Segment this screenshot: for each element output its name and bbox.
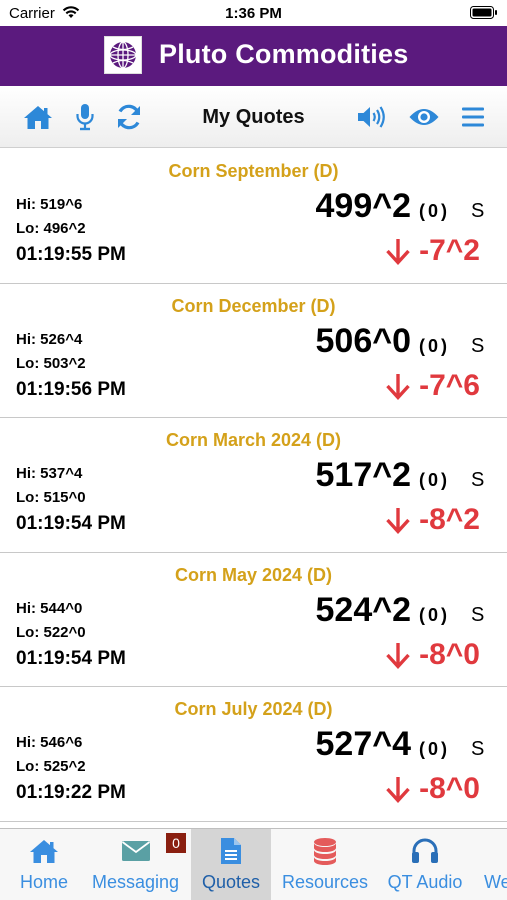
change-value: -8^0: [419, 772, 480, 805]
high-price: Hi: 544^0: [16, 599, 83, 617]
settlement-flag: S: [471, 334, 485, 357]
document-icon: [220, 837, 242, 865]
tab-label: We: [484, 872, 507, 892]
web-icon: [484, 837, 504, 865]
volume: (0): [419, 201, 450, 221]
status-bar: Carrier 1:36 PM: [0, 0, 507, 26]
down-arrow-icon: [386, 373, 410, 400]
tab-qt-audio[interactable]: QT Audio: [380, 829, 470, 900]
contract-name: Corn March 2024 (D): [165, 430, 342, 450]
high-price: Hi: 537^4: [16, 465, 83, 482]
tab-label: Resources: [281, 872, 369, 892]
home-icon: [29, 837, 59, 865]
last-price: 517^2: [315, 456, 412, 494]
tab-resources[interactable]: Resources: [278, 829, 372, 900]
tab-web[interactable]: We: [484, 829, 507, 900]
battery-icon: [470, 6, 498, 24]
app-title: Pluto Commodities: [159, 39, 409, 69]
quote-row[interactable]: Corn December (D) Hi: 526^4 Lo: 503^2 01…: [0, 284, 507, 418]
volume: (0): [419, 739, 450, 759]
microphone-icon[interactable]: [69, 102, 101, 132]
change-value: -7^2: [419, 234, 480, 267]
menu-icon[interactable]: [457, 102, 489, 132]
clock: 1:36 PM: [225, 5, 282, 22]
net-change: -7^6: [385, 369, 480, 403]
tab-label: Messaging: [91, 872, 180, 892]
down-arrow-icon: [386, 777, 410, 803]
app-header: Pluto Commodities: [0, 26, 507, 86]
net-change: -8^0: [385, 772, 480, 806]
contract-name: Corn December (D): [171, 295, 336, 316]
change-value: -7^6: [419, 368, 480, 402]
quote-time: 01:19:56 PM: [16, 378, 126, 400]
high-price: Hi: 519^6: [16, 196, 83, 213]
globe-logo-icon: [104, 36, 142, 74]
quotes-toolbar: My Quotes: [0, 86, 507, 148]
settlement-flag: S: [471, 738, 485, 760]
contract-name: Corn September (D): [168, 161, 339, 181]
volume: (0): [419, 604, 450, 625]
high-price: Hi: 526^4: [16, 330, 83, 348]
unread-badge: 0: [166, 833, 186, 853]
home-icon[interactable]: [22, 102, 54, 132]
database-icon: [312, 837, 338, 865]
refresh-icon[interactable]: [113, 102, 145, 132]
bottom-tab-bar: Home Messaging 0 Quotes Resources QT Aud…: [0, 828, 507, 900]
low-price: Lo: 525^2: [16, 758, 86, 775]
tab-messaging[interactable]: Messaging 0: [88, 829, 186, 900]
settlement-flag: S: [471, 200, 485, 222]
tab-home[interactable]: Home: [0, 829, 88, 900]
net-change: -7^2: [385, 234, 480, 268]
settlement-flag: S: [471, 603, 485, 626]
down-arrow-icon: [386, 642, 410, 669]
quote-row[interactable]: Corn May 2024 (D) Hi: 544^0 Lo: 522^0 01…: [0, 553, 507, 687]
last-price: 524^2: [315, 590, 412, 629]
tab-quotes[interactable]: Quotes: [191, 829, 271, 900]
change-value: -8^0: [419, 637, 480, 671]
high-price: Hi: 546^6: [16, 734, 83, 751]
eye-icon[interactable]: [408, 102, 440, 132]
quote-time: 01:19:55 PM: [16, 244, 126, 265]
contract-name: Corn July 2024 (D): [174, 699, 333, 719]
net-change: -8^0: [385, 638, 480, 672]
quote-time: 01:19:22 PM: [16, 782, 126, 803]
speaker-icon[interactable]: [355, 102, 387, 132]
low-price: Lo: 503^2: [16, 354, 86, 372]
down-arrow-icon: [386, 239, 410, 265]
last-price: 527^4: [315, 725, 412, 763]
tab-label: Quotes: [201, 872, 261, 892]
down-arrow-icon: [386, 508, 410, 534]
quote-time: 01:19:54 PM: [16, 647, 126, 669]
net-change: -8^2: [385, 503, 480, 537]
change-value: -8^2: [419, 503, 480, 536]
volume: (0): [419, 470, 450, 490]
volume: (0): [419, 335, 450, 356]
tab-label: Home: [19, 872, 68, 892]
quote-list[interactable]: Corn September (D) Hi: 519^6 Lo: 496^2 0…: [0, 149, 507, 828]
quote-row[interactable]: Corn July 2024 (D) Hi: 546^6 Lo: 525^2 0…: [0, 687, 507, 822]
headphones-icon: [411, 837, 439, 865]
low-price: Lo: 515^0: [16, 489, 86, 506]
last-price: 499^2: [315, 187, 412, 225]
contract-name: Corn May 2024 (D): [174, 564, 333, 585]
settlement-flag: S: [471, 469, 485, 491]
quote-time: 01:19:54 PM: [16, 513, 126, 534]
tab-label: QT Audio: [387, 872, 463, 892]
quote-row[interactable]: Corn September (D) Hi: 519^6 Lo: 496^2 0…: [0, 149, 507, 284]
quote-row[interactable]: Corn March 2024 (D) Hi: 537^4 Lo: 515^0 …: [0, 418, 507, 553]
envelope-icon: [121, 837, 151, 865]
last-price: 506^0: [315, 321, 412, 360]
low-price: Lo: 496^2: [16, 220, 86, 237]
low-price: Lo: 522^0: [16, 623, 86, 641]
